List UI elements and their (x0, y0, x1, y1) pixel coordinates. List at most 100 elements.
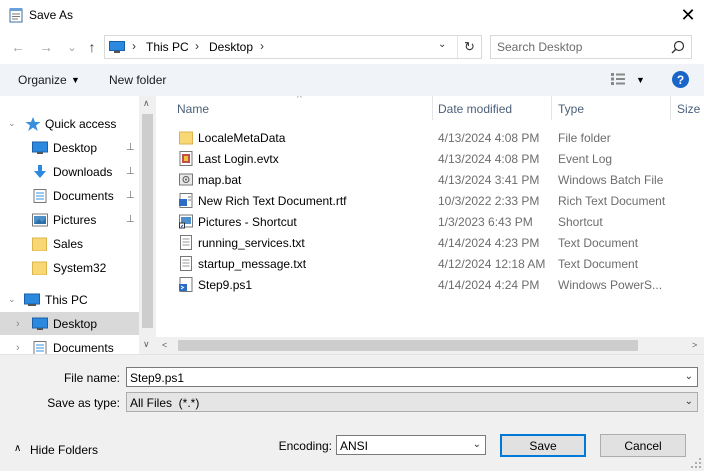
close-button[interactable]: ✕ (672, 0, 704, 30)
sidebar-item-pictures[interactable]: Pictures ⊥ (0, 208, 139, 231)
column-header-type[interactable]: Type (558, 102, 584, 116)
save-as-type-dropdown[interactable]: All Files (*.*) ⌄ (126, 392, 698, 412)
breadcrumb-desktop[interactable]: Desktop (209, 40, 253, 54)
sort-ascending-icon: ^ (297, 96, 302, 104)
notepad-icon (9, 8, 23, 23)
scrollbar-thumb[interactable] (178, 340, 638, 351)
column-header-size[interactable]: Size (677, 102, 700, 116)
file-type: Text Document (558, 236, 639, 250)
organize-button[interactable]: Organize (18, 73, 67, 87)
file-row[interactable]: New Rich Text Document.rtf 10/3/2022 2:3… (176, 190, 704, 211)
column-header-date-modified[interactable]: Date modified (438, 102, 512, 116)
scroll-left-icon[interactable]: < (162, 340, 167, 350)
breadcrumb-separator: › (132, 39, 136, 53)
search-input[interactable] (497, 39, 667, 55)
chevron-down-icon: ⌄ (472, 439, 481, 450)
column-divider[interactable] (551, 96, 552, 120)
file-list[interactable]: ^ Name Date modified Type Size LocaleMet… (156, 96, 704, 354)
new-folder-button[interactable]: New folder (109, 73, 166, 87)
view-options-icon[interactable] (610, 72, 626, 86)
scroll-right-icon[interactable]: > (692, 340, 697, 350)
file-row[interactable]: LocaleMetaData 4/13/2024 4:08 PM File fo… (176, 127, 704, 148)
up-arrow-icon: ↑ (88, 39, 96, 55)
file-date: 1/3/2023 6:43 PM (438, 215, 533, 229)
file-name: running_services.txt (198, 236, 305, 250)
file-row[interactable]: running_services.txt 4/14/2024 4:23 PM T… (176, 232, 704, 253)
documents-icon (33, 340, 47, 354)
help-button[interactable]: ? (672, 71, 689, 88)
file-type: File folder (558, 131, 611, 145)
sidebar-item-label: Documents (53, 340, 114, 355)
hide-folders-button[interactable]: Hide Folders (30, 443, 98, 457)
file-name: LocaleMetaData (198, 131, 286, 145)
sidebar-item-desktop[interactable]: Desktop ⊥ (0, 136, 139, 159)
address-dropdown-icon[interactable]: ⌄ (438, 39, 446, 50)
file-type: Windows Batch File (558, 173, 664, 187)
column-divider[interactable] (432, 96, 433, 120)
file-name: Pictures - Shortcut (198, 215, 297, 229)
file-row[interactable]: Step9.ps1 4/14/2024 4:24 PM Windows Powe… (176, 274, 704, 295)
chevron-up-icon[interactable]: ∧ (14, 443, 21, 454)
file-name-value[interactable]: Step9.ps1 (130, 371, 184, 385)
caret-down-icon[interactable]: ▼ (636, 75, 645, 85)
file-name: Step9.ps1 (198, 278, 253, 292)
sidebar-item-this-pc-desktop[interactable]: › Desktop (0, 312, 139, 335)
documents-icon (33, 188, 47, 203)
file-date: 4/14/2024 4:23 PM (438, 236, 540, 250)
column-header-name[interactable]: Name (177, 102, 209, 116)
sidebar-item-documents[interactable]: Documents ⊥ (0, 184, 139, 207)
desktop-icon (32, 141, 48, 154)
title-bar: Save As ✕ (0, 0, 704, 30)
sidebar-item-system32[interactable]: System32 (0, 256, 139, 279)
breadcrumb-this-pc[interactable]: This PC (146, 40, 189, 54)
caret-down-icon[interactable]: ▼ (71, 75, 80, 85)
recent-locations-button[interactable]: ⌄ (62, 36, 82, 58)
scrollbar-thumb[interactable] (142, 114, 153, 328)
chevron-down-icon[interactable]: ⌄ (685, 371, 693, 382)
refresh-button[interactable]: ↻ (457, 36, 481, 58)
forward-button[interactable]: → (36, 36, 56, 58)
chevron-right-icon[interactable]: › (16, 342, 20, 354)
horizontal-scrollbar[interactable]: < > (156, 337, 704, 354)
sidebar-item-downloads[interactable]: Downloads ⊥ (0, 160, 139, 183)
file-row[interactable]: startup_message.txt 4/12/2024 12:18 AM T… (176, 253, 704, 274)
up-button[interactable]: ↑ (82, 36, 102, 58)
close-icon: ✕ (680, 4, 696, 25)
search-box[interactable] (490, 35, 692, 59)
text-document-icon (180, 235, 192, 250)
file-row[interactable]: Last Login.evtx 4/13/2024 4:08 PM Event … (176, 148, 704, 169)
navigation-pane[interactable]: ⌄ Quick access Desktop ⊥ Downloads ⊥ Doc… (0, 96, 156, 354)
chevron-down-icon[interactable]: ⌄ (8, 294, 16, 305)
file-type: Rich Text Document (558, 194, 666, 208)
column-divider[interactable] (670, 96, 671, 120)
encoding-label: Encoding: (278, 439, 332, 453)
scroll-down-icon[interactable]: ∨ (143, 339, 150, 350)
resize-grip-icon[interactable] (690, 457, 702, 469)
breadcrumb-separator: › (260, 39, 264, 53)
forward-arrow-icon: → (39, 39, 53, 55)
file-type: Text Document (558, 257, 639, 271)
file-row[interactable]: Pictures - Shortcut 1/3/2023 6:43 PM Sho… (176, 211, 704, 232)
encoding-dropdown[interactable]: ANSI ⌄ (336, 435, 486, 455)
sidebar-item-label: Quick access (45, 116, 117, 131)
file-name: startup_message.txt (198, 257, 307, 271)
file-row[interactable]: map.bat 4/13/2024 3:41 PM Windows Batch … (176, 169, 704, 190)
encoding-value: ANSI (340, 439, 369, 453)
sidebar-item-quick-access[interactable]: ⌄ Quick access (0, 112, 139, 135)
back-button[interactable]: ← (8, 36, 28, 58)
sidebar-item-sales[interactable]: Sales (0, 232, 139, 255)
chevron-down-icon[interactable]: ⌄ (8, 118, 16, 129)
chevron-right-icon[interactable]: › (16, 318, 20, 330)
cancel-button[interactable]: Cancel (600, 434, 686, 457)
batch-file-icon (179, 173, 193, 186)
scroll-up-icon[interactable]: ∧ (143, 98, 150, 109)
sidebar-scrollbar[interactable]: ∧ ∨ (139, 96, 156, 354)
address-bar[interactable]: › This PC › Desktop › ⌄ ↻ (104, 35, 482, 59)
file-type: Shortcut (558, 215, 603, 229)
sidebar-item-this-pc-documents[interactable]: › Documents (0, 336, 139, 354)
sidebar-item-label: Desktop (53, 140, 98, 155)
file-name-field[interactable]: Step9.ps1 ⌄ (126, 367, 698, 387)
sidebar-item-this-pc[interactable]: ⌄ This PC (0, 288, 139, 311)
pin-icon: ⊥ (126, 166, 135, 177)
save-button[interactable]: Save (500, 434, 586, 457)
